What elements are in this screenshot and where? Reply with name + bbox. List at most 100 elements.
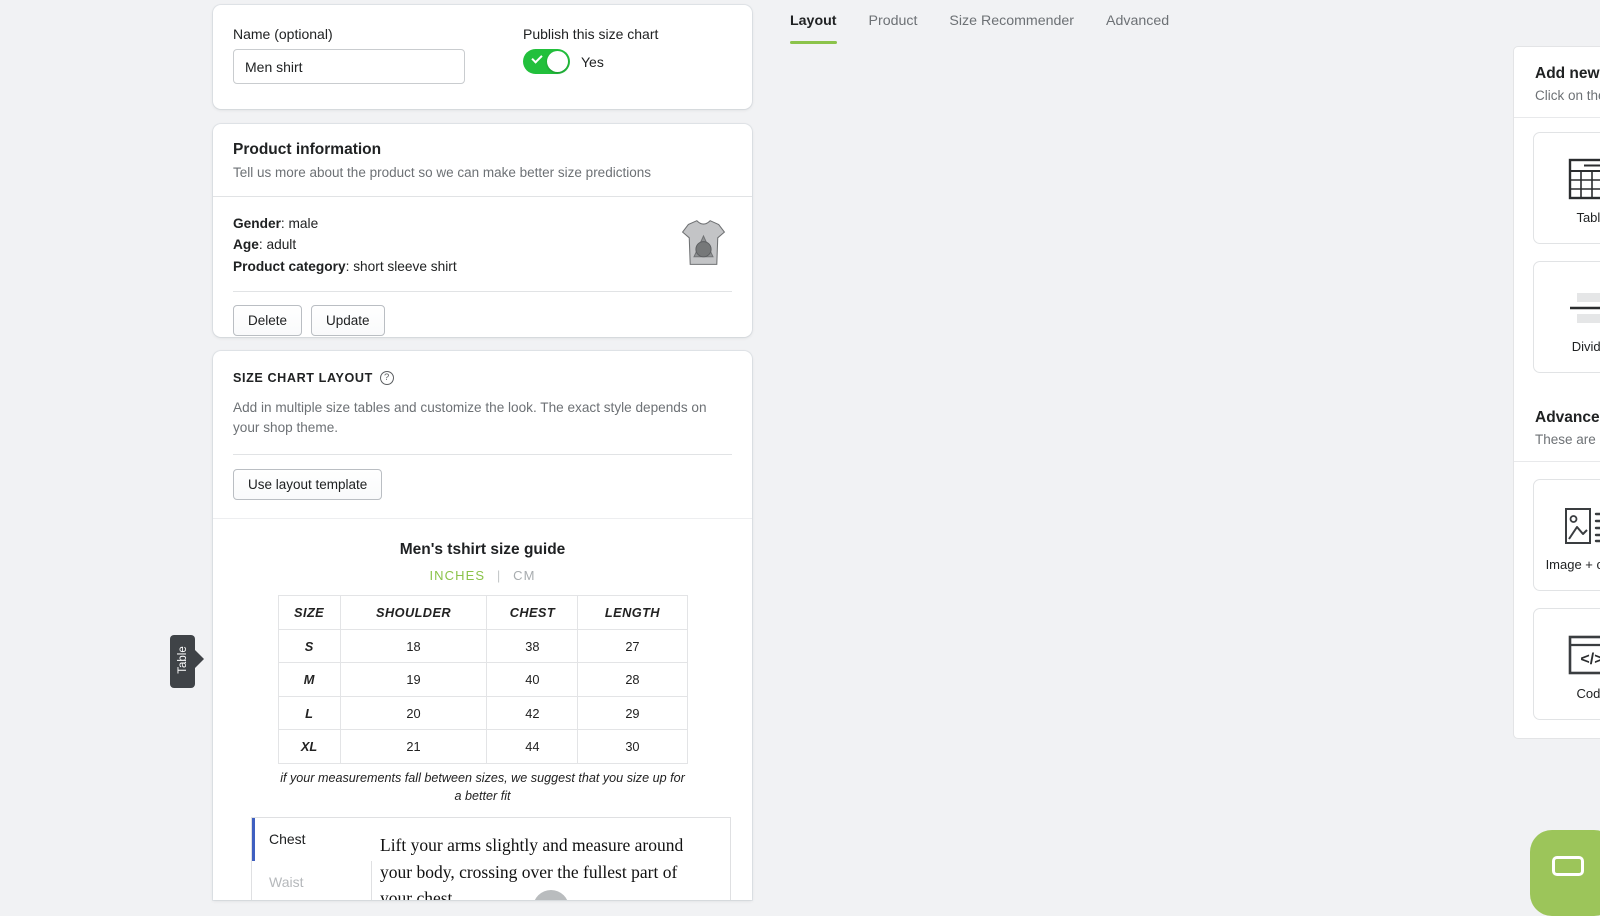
check-icon [531, 52, 542, 63]
cell-chest: 44 [487, 730, 578, 764]
product-card-subtitle: Tell us more about the product so we can… [233, 164, 732, 182]
toggle-knob [547, 51, 568, 72]
add-layouts-header: Add new layouts Click on these layout ty… [1514, 47, 1600, 117]
attr-key: Gender [233, 216, 281, 231]
measurement-tab-chest[interactable]: Chest [252, 818, 372, 861]
preview-title: Men's tshirt size guide [251, 541, 714, 559]
table-icon [1568, 150, 1600, 208]
update-button[interactable]: Update [311, 305, 385, 336]
page-root: Name (optional) Publish this size chart … [0, 0, 1600, 900]
product-card-title: Product information [233, 141, 732, 159]
cell-chest: 38 [487, 629, 578, 663]
chat-bubble-icon [1552, 856, 1584, 876]
attr-value: short sleeve shirt [353, 259, 456, 274]
unit-separator: | [497, 568, 501, 583]
help-icon[interactable]: ? [380, 371, 394, 385]
table-row: L 20 42 29 [278, 696, 687, 730]
cell-length: 27 [578, 629, 687, 663]
tab-product[interactable]: Product [853, 0, 934, 40]
column-header-chest: CHEST [487, 596, 578, 630]
cell-chest: 42 [487, 696, 578, 730]
layout-card-image-caption[interactable]: Image + caption [1533, 479, 1600, 591]
name-publish-card: Name (optional) Publish this size chart … [213, 5, 752, 109]
cell-size: M [278, 663, 340, 697]
product-attribute-gender: Gender: male [233, 213, 457, 234]
cell-shoulder: 19 [340, 663, 487, 697]
layout-card-table[interactable]: Table [1533, 132, 1600, 244]
product-attribute-age: Age: adult [233, 234, 457, 255]
advanced-layouts-subtitle: These are only available for Premium pla… [1535, 432, 1600, 447]
size-chart-layout-header: SIZE CHART LAYOUT ? Add in multiple size… [213, 351, 752, 455]
unit-cm-toggle[interactable]: CM [513, 568, 535, 583]
product-information-card: Product information Tell us more about t… [213, 124, 752, 337]
cell-length: 28 [578, 663, 687, 697]
size-guide-table: SIZE SHOULDER CHEST LENGTH S 18 38 27 [278, 595, 688, 764]
attr-key: Product category [233, 259, 346, 274]
publish-toggle[interactable] [523, 49, 570, 74]
tshirt-thumbnail-icon [675, 215, 732, 272]
table-row: S 18 38 27 [278, 629, 687, 663]
size-guide-table-head: SIZE SHOULDER CHEST LENGTH [278, 596, 687, 630]
panel-tabs: Layout Product Size Recommender Advanced [756, 0, 1600, 45]
size-chart-preview: Men's tshirt size guide INCHES | CM SIZE… [213, 518, 752, 900]
column-header-size: SIZE [278, 596, 340, 630]
size-chart-name-input[interactable] [233, 49, 465, 84]
use-layout-template-wrap: Use layout template [213, 455, 752, 518]
code-icon: </> [1567, 626, 1600, 684]
measurement-tabs: Chest Waist [252, 818, 372, 900]
name-field-group: Name (optional) [233, 27, 465, 87]
cell-shoulder: 21 [340, 730, 487, 764]
layout-card-label: Image + caption [1546, 557, 1600, 573]
basic-layouts-grid: Table ? [1514, 118, 1600, 373]
cell-size: XL [278, 730, 340, 764]
layout-card-label: Table [1576, 210, 1600, 226]
table-header-row: SIZE SHOULDER CHEST LENGTH [278, 596, 687, 630]
image-caption-icon [1564, 497, 1600, 555]
publish-label: Publish this size chart [523, 27, 658, 41]
right-column: Layout Product Size Recommender Advanced… [756, 0, 1600, 900]
layout-card-code[interactable]: </> Code [1533, 608, 1600, 720]
measurement-guide-box: Chest Waist Lift your arms slightly and … [251, 817, 731, 900]
svg-text:</>: </> [1580, 651, 1600, 668]
publish-field-group: Publish this size chart Yes [485, 27, 658, 87]
attr-sep: : [281, 216, 289, 231]
size-chart-layout-card: SIZE CHART LAYOUT ? Add in multiple size… [213, 351, 752, 900]
measurement-tab-waist[interactable]: Waist [252, 861, 372, 900]
size-guide-table-body: S 18 38 27 M 19 40 28 L [278, 629, 687, 763]
table-row: M 19 40 28 [278, 663, 687, 697]
cell-length: 29 [578, 696, 687, 730]
attr-value: adult [266, 237, 296, 252]
cell-shoulder: 20 [340, 696, 487, 730]
cell-size: S [278, 629, 340, 663]
cell-length: 30 [578, 730, 687, 764]
attr-key: Age [233, 237, 259, 252]
layout-card-label: Code [1576, 686, 1600, 702]
unit-inches-toggle[interactable]: INCHES [429, 568, 485, 583]
table-block-tag[interactable]: Table [170, 635, 195, 688]
cell-size: L [278, 696, 340, 730]
publish-toggle-row: Yes [523, 49, 658, 74]
tab-layout[interactable]: Layout [774, 0, 853, 40]
product-card-header: Product information Tell us more about t… [213, 124, 752, 197]
product-actions: Delete Update [213, 292, 752, 336]
advanced-layouts-grid: Image + caption [1514, 462, 1600, 738]
left-column: Name (optional) Publish this size chart … [0, 0, 756, 900]
advanced-layouts-title: Advanced layouts [1535, 409, 1600, 427]
size-chart-layout-title: SIZE CHART LAYOUT [233, 371, 373, 385]
layout-card-label: Divider [1572, 339, 1600, 355]
column-header-shoulder: SHOULDER [340, 596, 487, 630]
use-layout-template-button[interactable]: Use layout template [233, 469, 382, 500]
column-header-length: LENGTH [578, 596, 687, 630]
product-attributes: Gender: male Age: adult Product category… [233, 213, 457, 277]
cell-shoulder: 18 [340, 629, 487, 663]
delete-button[interactable]: Delete [233, 305, 302, 336]
tab-advanced[interactable]: Advanced [1090, 0, 1185, 40]
divider-icon [1567, 279, 1600, 337]
layout-panel: Add new layouts Click on these layout ty… [1513, 46, 1600, 739]
cell-chest: 40 [487, 663, 578, 697]
size-chart-layout-description: Add in multiple size tables and customiz… [233, 398, 718, 437]
chat-widget-button[interactable] [1530, 830, 1600, 916]
layout-card-divider[interactable]: Divider [1533, 261, 1600, 373]
tab-size-recommender[interactable]: Size Recommender [933, 0, 1090, 40]
product-card-body: Gender: male Age: adult Product category… [213, 197, 752, 277]
